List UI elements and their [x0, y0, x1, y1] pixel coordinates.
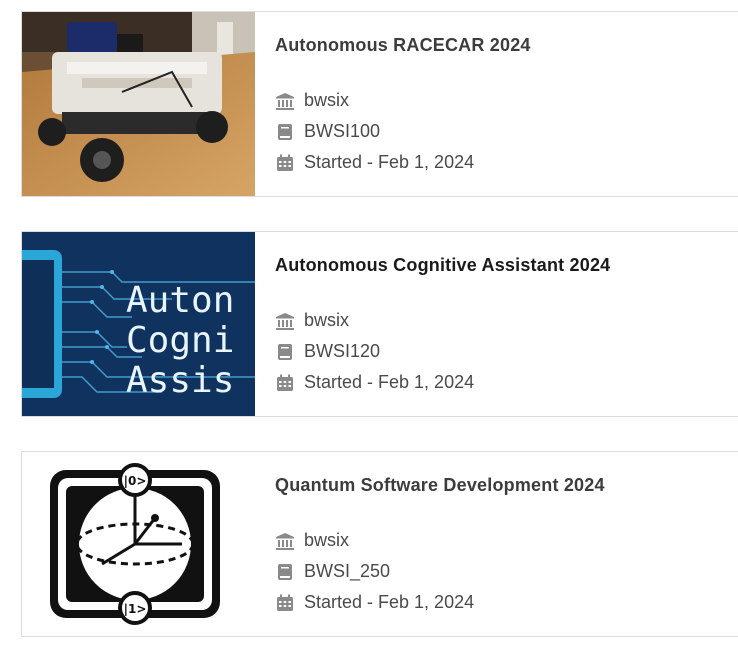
- course-org-text: bwsix: [304, 310, 350, 330]
- course-thumbnail-quantum[interactable]: |0> |1>: [22, 452, 255, 636]
- thumb-text-line-1: Auton: [126, 280, 234, 321]
- ket-one-label: |1>: [124, 602, 147, 616]
- institution-icon: [275, 531, 295, 551]
- book-icon: [275, 342, 295, 362]
- course-card-racecar[interactable]: Autonomous RACECAR 2024 bwsix BWSI100 St…: [21, 11, 738, 197]
- course-start-date: Started - Feb 1, 2024: [275, 147, 738, 178]
- course-thumbnail-cognitive-assistant[interactable]: Auton Cogni Assis: [22, 232, 255, 416]
- institution-icon: [275, 91, 295, 111]
- course-org: bwsix: [275, 525, 738, 556]
- course-card-cognitive-assistant[interactable]: Auton Cogni Assis Autonomous Cognitive A…: [21, 231, 738, 417]
- course-code-text: BWSI120: [304, 341, 381, 361]
- book-icon: [275, 562, 295, 582]
- course-code-text: BWSI_250: [304, 561, 391, 581]
- racecar-photo: [22, 12, 255, 196]
- course-start-text: Started - Feb 1, 2024: [304, 372, 475, 392]
- course-info: Autonomous Cognitive Assistant 2024 bwsi…: [275, 250, 738, 398]
- course-org-text: bwsix: [304, 530, 350, 550]
- course-start-text: Started - Feb 1, 2024: [304, 152, 475, 172]
- bloch-sphere-logo: |0> |1>: [22, 452, 255, 636]
- book-icon: [275, 122, 295, 142]
- course-start-date: Started - Feb 1, 2024: [275, 587, 738, 618]
- course-card-quantum[interactable]: |0> |1> Quantum Software Development 202…: [21, 451, 738, 637]
- institution-icon: [275, 311, 295, 331]
- course-title[interactable]: Quantum Software Development 2024: [275, 470, 738, 502]
- course-code: BWSI100: [275, 116, 738, 147]
- calendar-icon: [275, 153, 295, 173]
- thumb-text-line-3: Assis: [126, 360, 234, 401]
- course-code-text: BWSI100: [304, 121, 381, 141]
- course-start-text: Started - Feb 1, 2024: [304, 592, 475, 612]
- course-org: bwsix: [275, 305, 738, 336]
- calendar-icon: [275, 373, 295, 393]
- ket-zero-label: |0>: [124, 474, 147, 488]
- course-org: bwsix: [275, 85, 738, 116]
- course-info: Autonomous RACECAR 2024 bwsix BWSI100 St…: [275, 30, 738, 178]
- course-org-text: bwsix: [304, 90, 350, 110]
- thumb-text-line-2: Cogni: [126, 320, 234, 361]
- course-start-date: Started - Feb 1, 2024: [275, 367, 738, 398]
- calendar-icon: [275, 593, 295, 613]
- course-title[interactable]: Autonomous RACECAR 2024: [275, 30, 738, 62]
- course-code: BWSI120: [275, 336, 738, 367]
- course-info: Quantum Software Development 2024 bwsix …: [275, 470, 738, 618]
- course-code: BWSI_250: [275, 556, 738, 587]
- course-thumbnail-racecar[interactable]: [22, 12, 255, 196]
- circuit-banner-image: Auton Cogni Assis: [22, 232, 255, 416]
- course-title[interactable]: Autonomous Cognitive Assistant 2024: [275, 250, 738, 282]
